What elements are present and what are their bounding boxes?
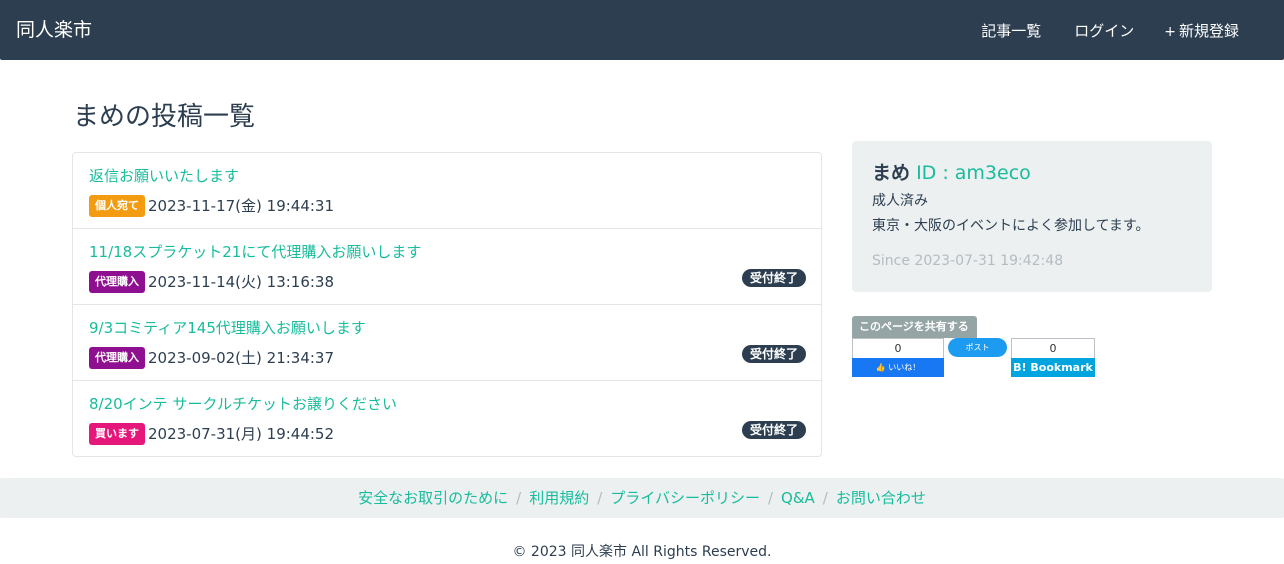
user-name: まめ <box>872 162 911 184</box>
nav-link-label: 記事一覧 <box>981 22 1042 40</box>
footer-bar: 安全なお取引のために / 利用規約 / プライバシーポリシー / Q&A / お問い合わせ <box>0 478 1284 518</box>
category-badge: 代理購入 <box>89 347 145 369</box>
nav-link-login[interactable]: ログイン <box>1071 21 1134 44</box>
breadcrumb-separator: / <box>597 489 603 507</box>
footer-link-safety[interactable]: 安全なお取引のために <box>358 489 508 507</box>
post-meta: 買います 2023-07-31(月) 19:44:52 <box>89 423 334 445</box>
post-meta: 個人宛て 2023-11-17(金) 19:44:31 <box>89 195 334 217</box>
list-item: 9/3コミティア145代理購入お願いします 代理購入 2023-09-02(土)… <box>73 305 821 381</box>
hatena-bookmark-count: 0 <box>1012 339 1094 358</box>
nav-links: 記事一覧 ログイン + 新規登録 <box>948 21 1239 44</box>
navbar: 同人楽市 記事一覧 ログイン + 新規登録 <box>0 0 1284 60</box>
post-title-link[interactable]: 返信お願いいたします <box>89 166 239 186</box>
post-meta: 代理購入 2023-11-14(火) 13:16:38 <box>89 271 334 293</box>
post-title-link[interactable]: 11/18スプラケット21にて代理購入お願いします <box>89 242 421 262</box>
hatena-bookmark-widget: 0 B! Bookmark <box>1011 338 1095 377</box>
category-badge: 買います <box>89 423 145 445</box>
post-list: 返信お願いいたします 個人宛て 2023-11-17(金) 19:44:31 1… <box>72 152 822 457</box>
footer-link-privacy[interactable]: プライバシーポリシー <box>610 489 760 507</box>
breadcrumb-separator: / <box>822 489 828 507</box>
category-badge: 代理購入 <box>89 271 145 293</box>
status-badge: 受付終了 <box>741 345 806 363</box>
twitter-share-button[interactable]: ポスト <box>948 338 1007 357</box>
member-since: Since 2023-07-31 19:42:48 <box>872 251 1063 271</box>
breadcrumb-separator: / <box>767 489 774 507</box>
list-item: 返信お願いいたします 個人宛て 2023-11-17(金) 19:44:31 <box>73 153 821 229</box>
facebook-like-count: 0 <box>853 339 943 358</box>
hatena-bookmark-button[interactable]: B! Bookmark <box>1011 358 1095 377</box>
profile-bio-line: 成人済み <box>872 193 928 209</box>
profile-card: まめ ID : am3eco 成人済み 東京・大阪のイベントによく参加してます。… <box>852 141 1212 292</box>
nav-link-label: ログイン <box>1074 22 1135 40</box>
list-item: 11/18スプラケット21にて代理購入お願いします 代理購入 2023-11-1… <box>73 229 821 305</box>
category-badge: 個人宛て <box>89 195 145 217</box>
post-date: 2023-07-31(月) 19:44:52 <box>148 425 335 443</box>
status-badge: 受付終了 <box>741 421 806 439</box>
post-date: 2023-09-02(土) 21:34:37 <box>148 349 335 367</box>
user-id: ID : am3eco <box>916 162 1031 184</box>
nav-link-articles[interactable]: 記事一覧 <box>978 21 1041 44</box>
post-title-link[interactable]: 9/3コミティア145代理購入お願いします <box>89 318 366 338</box>
brand-logo[interactable]: 同人楽市 <box>16 18 92 42</box>
profile-name: まめ ID : am3eco <box>872 160 1031 188</box>
list-item: 8/20インテ サークルチケットお譲りください 買います 2023-07-31(… <box>73 381 821 456</box>
post-meta: 代理購入 2023-09-02(土) 21:34:37 <box>89 347 334 369</box>
profile-bio-line: 東京・大阪のイベントによく参加してます。 <box>872 218 1150 234</box>
breadcrumb-separator: / <box>516 489 522 507</box>
post-title-link[interactable]: 8/20インテ サークルチケットお譲りください <box>89 394 397 414</box>
share-label: このページを共有する <box>852 316 977 338</box>
page-title: まめの投稿一覧 <box>73 102 256 132</box>
footer-link-terms[interactable]: 利用規約 <box>529 489 589 507</box>
footer-link-contact[interactable]: お問い合わせ <box>836 489 926 507</box>
nav-link-register[interactable]: + 新規登録 <box>1164 21 1239 44</box>
status-badge: 受付終了 <box>741 269 806 287</box>
since-text: Since 2023-07-31 19:42:48 <box>872 253 1064 269</box>
footer-links: 安全なお取引のために / 利用規約 / プライバシーポリシー / Q&A / お問い合わせ <box>0 488 1284 508</box>
copyright: © 2023 同人楽市 All Rights Reserved. <box>512 544 772 560</box>
plus-icon: + <box>1164 24 1176 40</box>
facebook-share-widget: 0 👍 いいね！ <box>852 338 944 377</box>
nav-link-label: 新規登録 <box>1178 22 1239 40</box>
post-date: 2023-11-17(金) 19:44:31 <box>148 197 335 215</box>
facebook-like-button[interactable]: 👍 いいね！ <box>852 358 944 377</box>
footer-link-qa[interactable]: Q&A <box>781 489 815 507</box>
post-date: 2023-11-14(火) 13:16:38 <box>148 273 335 291</box>
